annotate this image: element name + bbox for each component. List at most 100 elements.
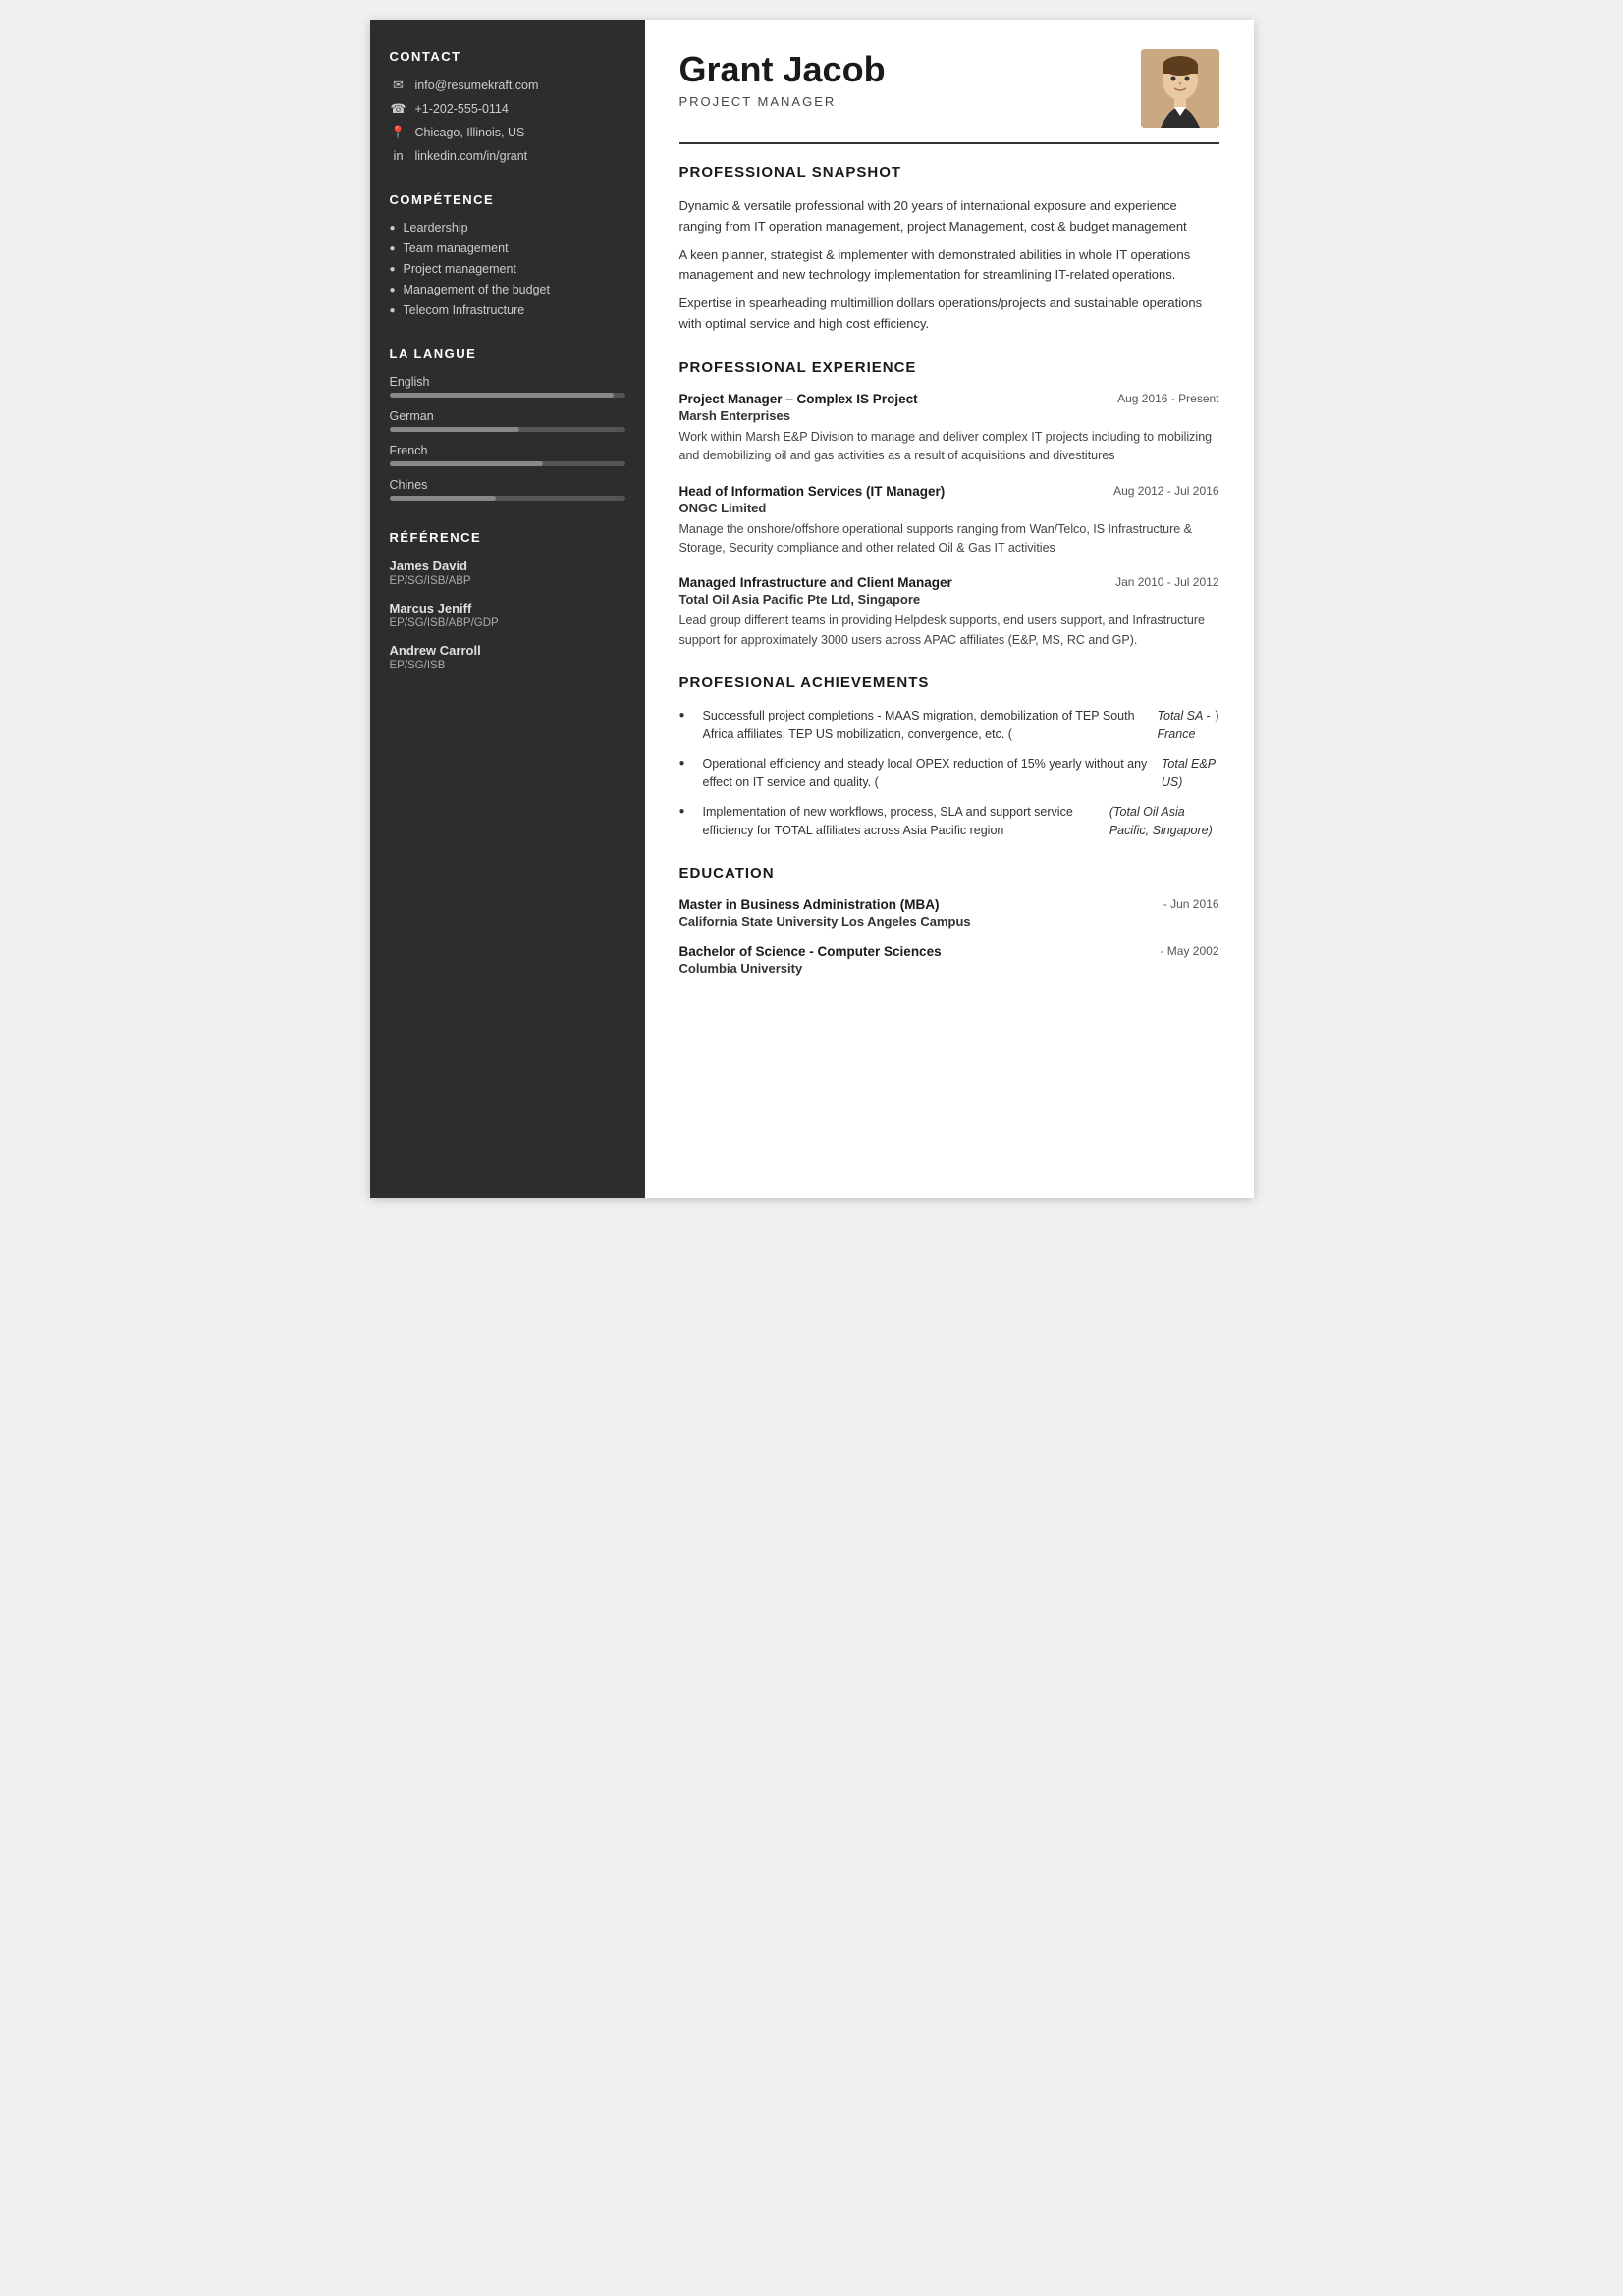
- experience-item: Project Manager – Complex IS Project Aug…: [679, 392, 1219, 466]
- exp-description: Work within Marsh E&P Division to manage…: [679, 428, 1219, 466]
- exp-date: Aug 2012 - Jul 2016: [1113, 484, 1218, 498]
- phone-item: ☎ +1-202-555-0114: [390, 101, 625, 117]
- reference-name: Marcus Jeniff: [390, 601, 625, 615]
- achievement-item: Successfull project completions - MAAS m…: [679, 707, 1219, 745]
- competence-item: Team management: [390, 241, 625, 255]
- langue-section: LA LANGUE English German French Chines: [390, 347, 625, 501]
- references-list: James David EP/SG/ISB/ABP Marcus Jeniff …: [390, 559, 625, 671]
- experience-items: Project Manager – Complex IS Project Aug…: [679, 392, 1219, 650]
- language-bars: English German French Chines: [390, 375, 625, 501]
- exp-title: Head of Information Services (IT Manager…: [679, 484, 946, 499]
- email-value: info@resumekraft.com: [415, 79, 539, 92]
- linkedin-icon: in: [390, 148, 407, 163]
- competence-item: Project management: [390, 262, 625, 276]
- snapshot-paragraph: Expertise in spearheading multimillion d…: [679, 294, 1219, 335]
- reference-item: Marcus Jeniff EP/SG/ISB/ABP/GDP: [390, 601, 625, 629]
- exp-title: Managed Infrastructure and Client Manage…: [679, 575, 952, 590]
- language-bar-fill: [390, 461, 543, 466]
- language-name: English: [390, 375, 625, 389]
- reference-code: EP/SG/ISB: [390, 660, 625, 671]
- reference-code: EP/SG/ISB/ABP/GDP: [390, 617, 625, 629]
- snapshot-paragraph: Dynamic & versatile professional with 20…: [679, 196, 1219, 238]
- location-icon: 📍: [390, 125, 407, 140]
- exp-description: Manage the onshore/offshore operational …: [679, 520, 1219, 559]
- edu-date: - May 2002: [1160, 944, 1218, 958]
- education-items: Master in Business Administration (MBA) …: [679, 897, 1219, 976]
- achievements-heading: PROFESIONAL ACHIEVEMENTS: [679, 674, 1219, 695]
- candidate-photo: [1141, 49, 1219, 128]
- location-item: 📍 Chicago, Illinois, US: [390, 125, 625, 140]
- snapshot-paragraphs: Dynamic & versatile professional with 20…: [679, 196, 1219, 335]
- education-section: EDUCATION Master in Business Administrat…: [679, 865, 1219, 976]
- education-item: Bachelor of Science - Computer Sciences …: [679, 944, 1219, 976]
- achievement-list: Successfull project completions - MAAS m…: [679, 707, 1219, 840]
- linkedin-value: linkedin.com/in/grant: [415, 149, 528, 163]
- edu-degree: Bachelor of Science - Computer Sciences: [679, 944, 942, 959]
- candidate-name: Grant Jacob: [679, 49, 886, 90]
- reference-heading: RÉFÉRENCE: [390, 530, 625, 545]
- experience-section: PROFESSIONAL EXPERIENCE Project Manager …: [679, 359, 1219, 650]
- competence-item: Management of the budget: [390, 283, 625, 296]
- competence-section: COMPÉTENCE Leardership Team management Pro…: [390, 192, 625, 317]
- header-text: Grant Jacob PROJECT MANAGER: [679, 49, 886, 109]
- exp-date: Aug 2016 - Present: [1117, 392, 1218, 405]
- edu-institution: California State University Los Angeles …: [679, 914, 971, 929]
- exp-header: Project Manager – Complex IS Project Aug…: [679, 392, 1219, 406]
- exp-description: Lead group different teams in providing …: [679, 612, 1219, 650]
- reference-code: EP/SG/ISB/ABP: [390, 575, 625, 587]
- reference-name: James David: [390, 559, 625, 573]
- edu-details: Bachelor of Science - Computer Sciences …: [679, 944, 942, 976]
- reference-item: Andrew Carroll EP/SG/ISB: [390, 643, 625, 671]
- language-bar-fill: [390, 496, 496, 501]
- language-name: French: [390, 444, 625, 457]
- snapshot-paragraph: A keen planner, strategist & implementer…: [679, 245, 1219, 287]
- exp-company: ONGC Limited: [679, 501, 1219, 515]
- snapshot-section: PROFESSIONAL SNAPSHOT Dynamic & versatil…: [679, 164, 1219, 335]
- experience-heading: PROFESSIONAL EXPERIENCE: [679, 359, 1219, 380]
- exp-company: Marsh Enterprises: [679, 408, 1219, 423]
- competence-item: Telecom Infrastructure: [390, 303, 625, 317]
- edu-degree: Master in Business Administration (MBA): [679, 897, 971, 912]
- location-value: Chicago, Illinois, US: [415, 126, 525, 139]
- edu-details: Master in Business Administration (MBA) …: [679, 897, 971, 929]
- linkedin-item: in linkedin.com/in/grant: [390, 148, 625, 163]
- competence-item: Leardership: [390, 221, 625, 235]
- experience-item: Head of Information Services (IT Manager…: [679, 484, 1219, 559]
- edu-date: - Jun 2016: [1163, 897, 1219, 911]
- phone-icon: ☎: [390, 101, 407, 117]
- competence-heading: COMPÉTENCE: [390, 192, 625, 207]
- achievement-item: Implementation of new workflows, process…: [679, 803, 1219, 841]
- contact-heading: CONTACT: [390, 49, 625, 64]
- language-bar-bg: [390, 393, 625, 398]
- exp-date: Jan 2010 - Jul 2012: [1115, 575, 1218, 589]
- exp-company: Total Oil Asia Pacific Pte Ltd, Singapor…: [679, 592, 1219, 607]
- language-name: German: [390, 409, 625, 423]
- exp-header: Head of Information Services (IT Manager…: [679, 484, 1219, 499]
- sidebar: CONTACT ✉ info@resumekraft.com ☎ +1-202-…: [370, 20, 645, 1198]
- language-item: Chines: [390, 478, 625, 501]
- phone-value: +1-202-555-0114: [415, 102, 509, 116]
- language-name: Chines: [390, 478, 625, 492]
- email-item: ✉ info@resumekraft.com: [390, 78, 625, 93]
- contact-section: CONTACT ✉ info@resumekraft.com ☎ +1-202-…: [390, 49, 625, 163]
- language-item: German: [390, 409, 625, 432]
- snapshot-heading: PROFESSIONAL SNAPSHOT: [679, 164, 1219, 185]
- reference-item: James David EP/SG/ISB/ABP: [390, 559, 625, 587]
- competence-list: Leardership Team management Project manage…: [390, 221, 625, 317]
- exp-title: Project Manager – Complex IS Project: [679, 392, 918, 406]
- achievement-item: Operational efficiency and steady local …: [679, 755, 1219, 793]
- language-item: English: [390, 375, 625, 398]
- langue-heading: LA LANGUE: [390, 347, 625, 361]
- edu-institution: Columbia University: [679, 961, 942, 976]
- education-item: Master in Business Administration (MBA) …: [679, 897, 1219, 929]
- language-item: French: [390, 444, 625, 466]
- language-bar-fill: [390, 427, 519, 432]
- language-bar-fill: [390, 393, 614, 398]
- language-bar-bg: [390, 461, 625, 466]
- experience-item: Managed Infrastructure and Client Manage…: [679, 575, 1219, 650]
- main-content: Grant Jacob PROJECT MANAGER: [645, 20, 1254, 1198]
- education-heading: EDUCATION: [679, 865, 1219, 885]
- candidate-title: PROJECT MANAGER: [679, 94, 886, 109]
- reference-section: RÉFÉRENCE James David EP/SG/ISB/ABP Marc…: [390, 530, 625, 671]
- reference-name: Andrew Carroll: [390, 643, 625, 658]
